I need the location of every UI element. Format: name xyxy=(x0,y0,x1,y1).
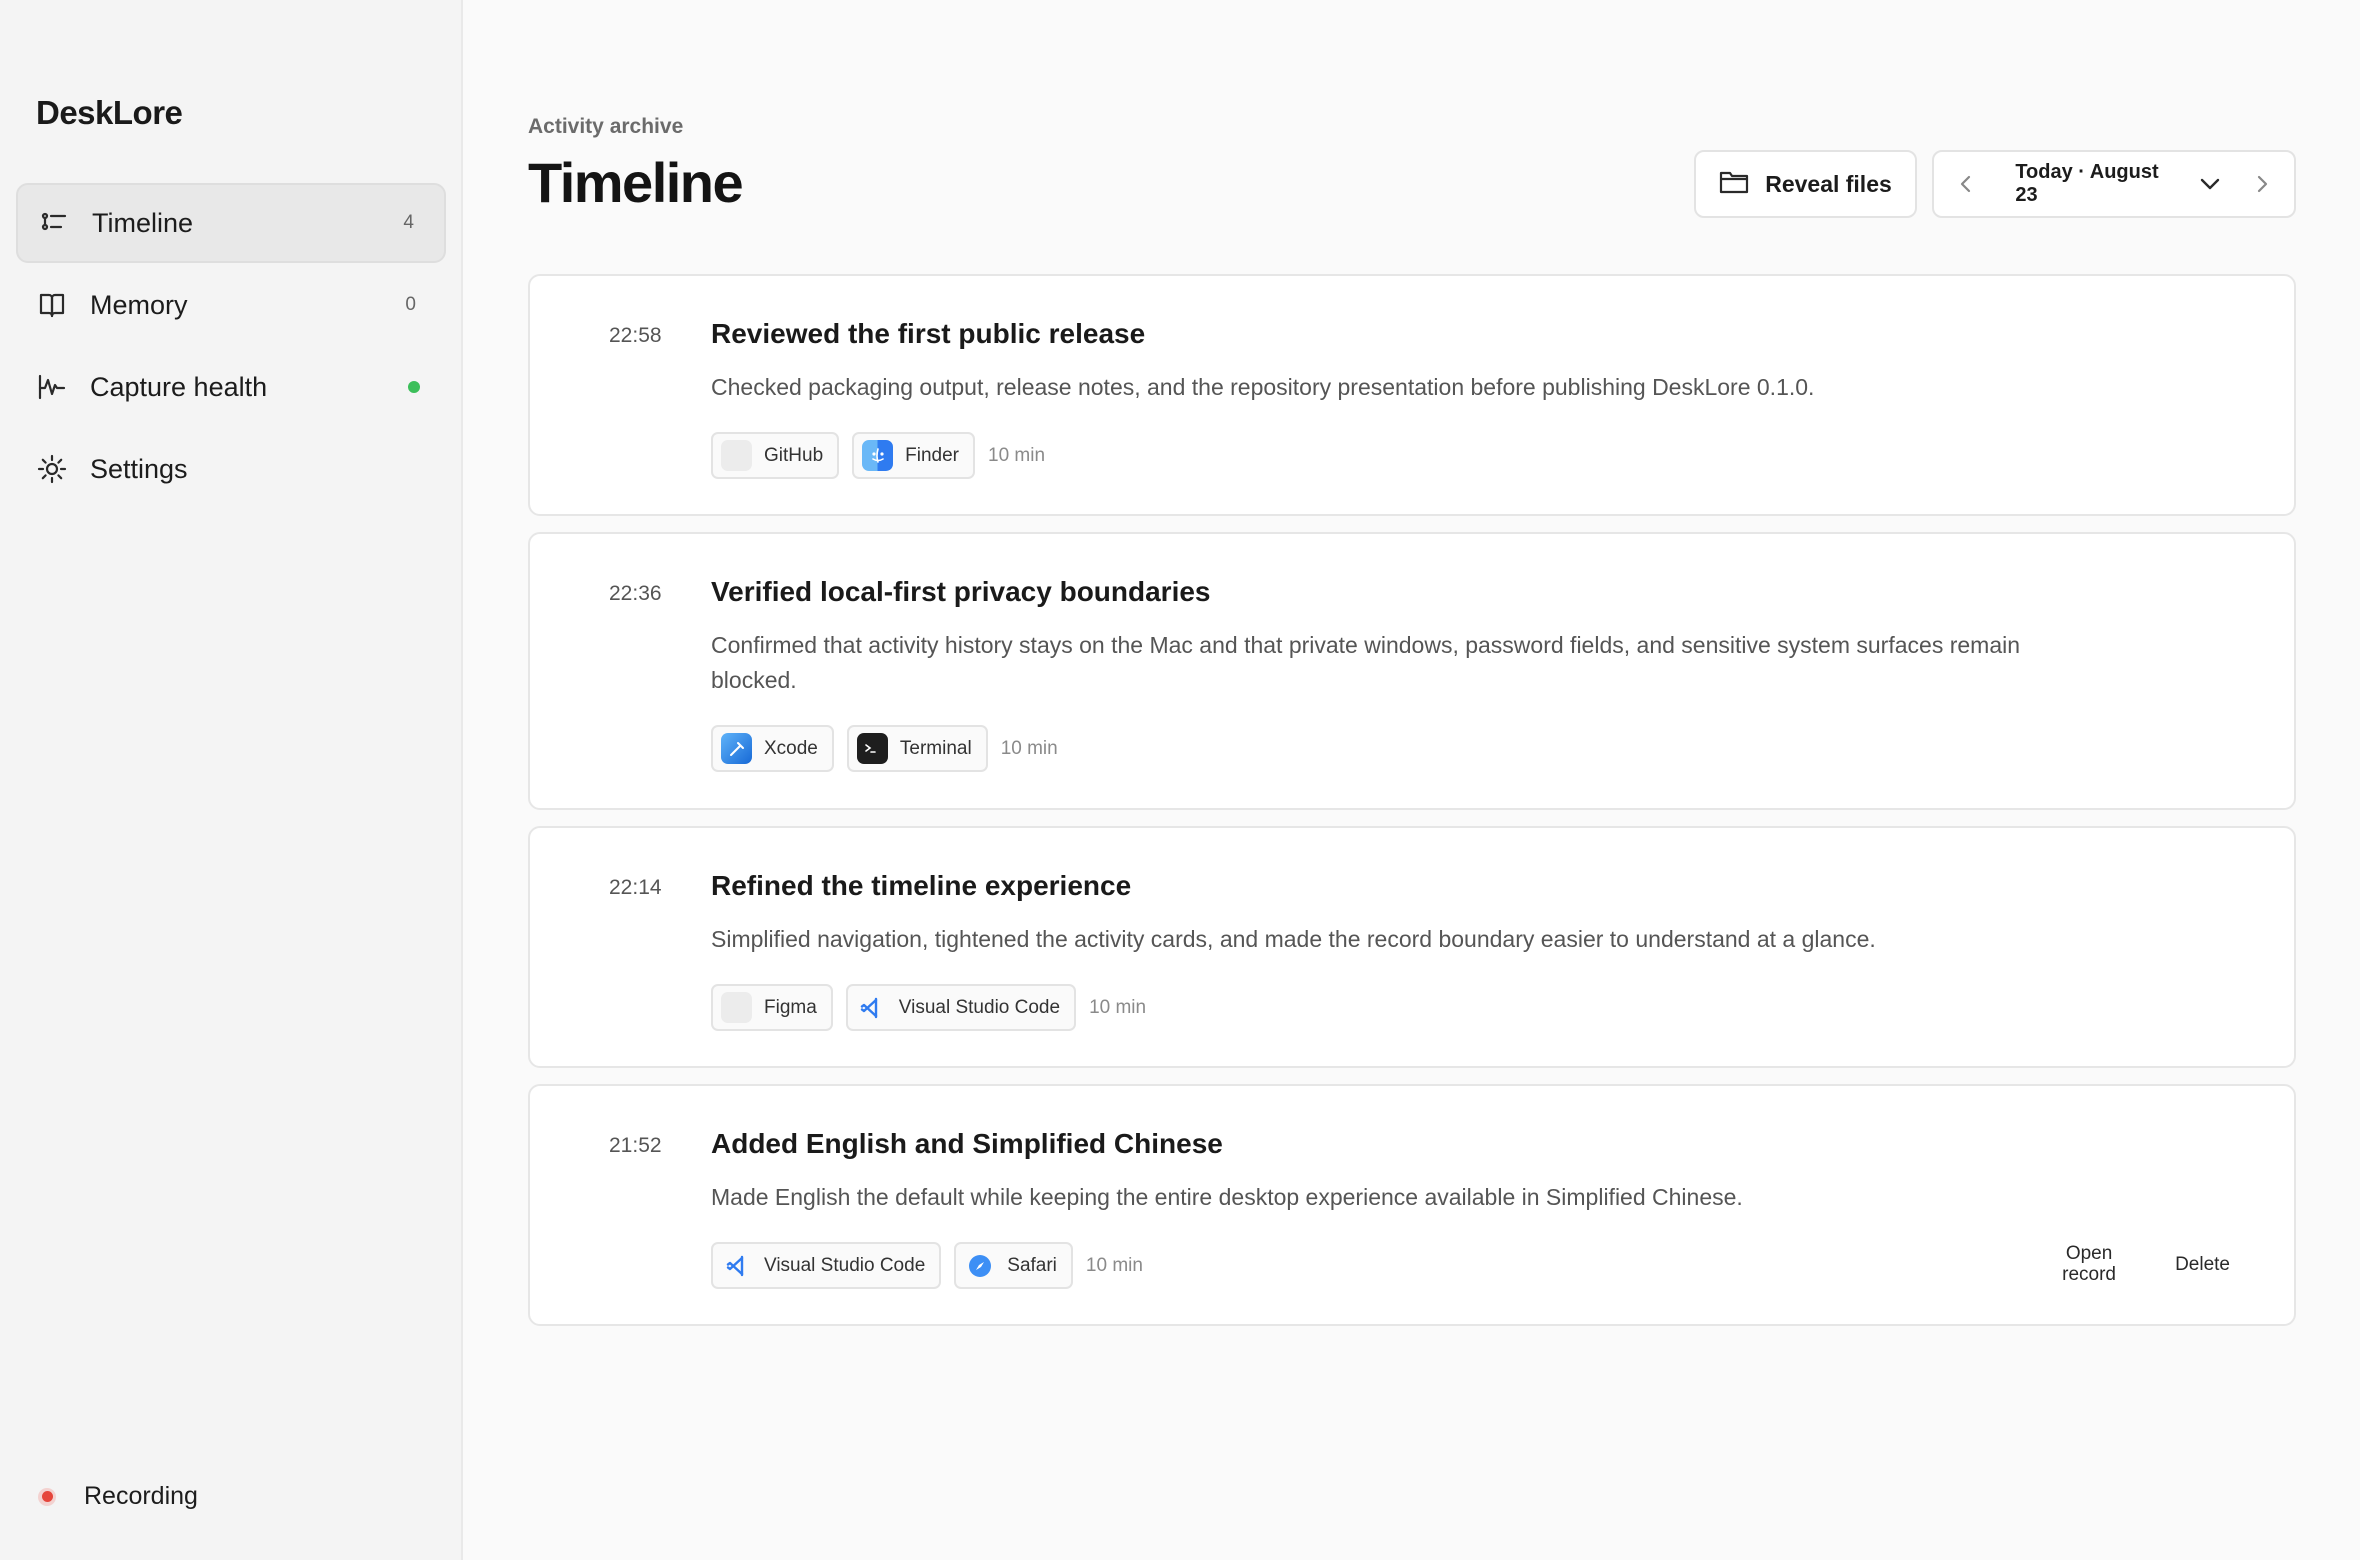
app-chip-figma[interactable]: Figma xyxy=(711,984,833,1031)
recording-dot-icon xyxy=(38,1487,56,1506)
sidebar-item-capture-health[interactable]: Capture health xyxy=(16,347,446,427)
app-name: Figma xyxy=(764,996,817,1018)
gear-icon xyxy=(36,453,68,485)
pulse-icon xyxy=(36,371,68,403)
entry-time: 21:52 xyxy=(609,1134,662,1157)
entry-duration: 10 min xyxy=(1085,1254,1143,1276)
timeline-entry[interactable]: 22:14 Refined the timeline experience Si… xyxy=(528,826,2296,1068)
vscode-icon xyxy=(721,1250,752,1281)
sidebar-item-label: Timeline xyxy=(92,207,194,238)
app-name: Terminal xyxy=(899,737,972,759)
app-chip-xcode[interactable]: Xcode xyxy=(711,725,834,772)
entry-time: 22:14 xyxy=(609,876,662,899)
app-name: Visual Studio Code xyxy=(764,1254,926,1276)
sidebar-item-timeline[interactable]: Timeline 4 xyxy=(16,183,446,263)
recording-label: Recording xyxy=(84,1482,198,1510)
app-chip-finder[interactable]: Finder xyxy=(852,432,975,479)
count-badge: 0 xyxy=(405,294,416,315)
app-chip-terminal[interactable]: Terminal xyxy=(846,725,988,772)
xcode-icon xyxy=(721,733,752,764)
entry-meta: Xcode Terminal 10 min xyxy=(711,725,1058,772)
entry-actions: Open record Delete xyxy=(2049,1243,2230,1285)
sidebar-item-settings[interactable]: Settings xyxy=(16,429,446,509)
app-name: Visual Studio Code xyxy=(898,996,1061,1018)
app-chip-vscode[interactable]: Visual Studio Code xyxy=(711,1242,942,1289)
previous-day-button[interactable] xyxy=(1934,152,1997,216)
count-badge: 4 xyxy=(403,212,414,233)
timeline-entry[interactable]: 22:36 Verified local-first privacy bound… xyxy=(528,532,2296,810)
date-navigator: Today · August 23 xyxy=(1932,150,2296,218)
entry-description: Simplified navigation, tightened the act… xyxy=(711,926,1876,952)
github-icon xyxy=(721,440,752,471)
page-eyebrow: Activity archive xyxy=(528,115,684,138)
reveal-files-label: Reveal files xyxy=(1765,170,1892,197)
app-chip-vscode[interactable]: Visual Studio Code xyxy=(845,984,1077,1031)
sidebar-item-label: Capture health xyxy=(90,371,268,402)
entry-duration: 10 min xyxy=(988,444,1046,466)
entry-time: 22:58 xyxy=(609,324,662,347)
entry-duration: 10 min xyxy=(1089,996,1147,1018)
vscode-icon xyxy=(856,992,887,1023)
open-record-button[interactable]: Open record xyxy=(2049,1243,2129,1285)
entry-time: 22:36 xyxy=(609,582,662,605)
entry-title: Refined the timeline experience xyxy=(711,870,1132,901)
entry-description: Checked packaging output, release notes,… xyxy=(711,374,1815,400)
entry-meta: Figma Visual Studio Code 10 min xyxy=(711,984,1146,1031)
entry-title: Added English and Simplified Chinese xyxy=(711,1128,1223,1159)
folder-icon xyxy=(1719,169,1749,200)
sidebar: DeskLore Timeline 4 Memory 0 Capture hea… xyxy=(0,0,463,1560)
delete-button[interactable]: Delete xyxy=(2175,1254,2230,1275)
book-icon xyxy=(36,289,68,321)
app-name: Safari xyxy=(1007,1254,1057,1276)
safari-icon xyxy=(964,1250,995,1281)
entry-meta: GitHub Finder 10 min xyxy=(711,432,1045,479)
sidebar-item-label: Memory xyxy=(90,289,188,320)
app-name: Finder xyxy=(905,444,959,466)
date-label[interactable]: Today · August 23 xyxy=(2015,161,2184,207)
timeline-entry[interactable]: 22:58 Reviewed the first public release … xyxy=(528,274,2296,516)
timeline-list: 22:58 Reviewed the first public release … xyxy=(528,274,2296,1342)
app-name: Xcode xyxy=(764,737,818,759)
reveal-files-button[interactable]: Reveal files xyxy=(1694,150,1917,218)
finder-icon xyxy=(862,440,894,471)
app-chip-github[interactable]: GitHub xyxy=(711,432,840,479)
terminal-icon xyxy=(856,733,888,764)
app-brand: DeskLore xyxy=(36,94,183,131)
app-chip-safari[interactable]: Safari xyxy=(954,1242,1073,1289)
chevron-down-icon[interactable] xyxy=(2199,177,2221,191)
entry-description: Made English the default while keeping t… xyxy=(711,1184,1743,1210)
page-title: Timeline xyxy=(528,151,744,214)
app-name: GitHub xyxy=(764,444,824,466)
recording-status[interactable]: Recording xyxy=(38,1482,198,1511)
sidebar-nav: Timeline 4 Memory 0 Capture health Setti… xyxy=(16,183,446,511)
entry-title: Verified local-first privacy boundaries xyxy=(711,576,1211,607)
sidebar-item-memory[interactable]: Memory 0 xyxy=(16,265,446,345)
entry-title: Reviewed the first public release xyxy=(711,318,1146,349)
list-icon xyxy=(38,207,70,239)
entry-description: Confirmed that activity history stays on… xyxy=(711,632,2021,693)
timeline-entry[interactable]: 21:52 Added English and Simplified Chine… xyxy=(528,1084,2296,1326)
sidebar-item-label: Settings xyxy=(90,453,188,484)
next-day-button[interactable] xyxy=(2231,152,2294,216)
figma-icon xyxy=(721,992,752,1023)
entry-duration: 10 min xyxy=(1000,737,1058,759)
entry-meta: Visual Studio Code Safari 10 min xyxy=(711,1242,1143,1289)
health-status-dot xyxy=(408,381,420,393)
